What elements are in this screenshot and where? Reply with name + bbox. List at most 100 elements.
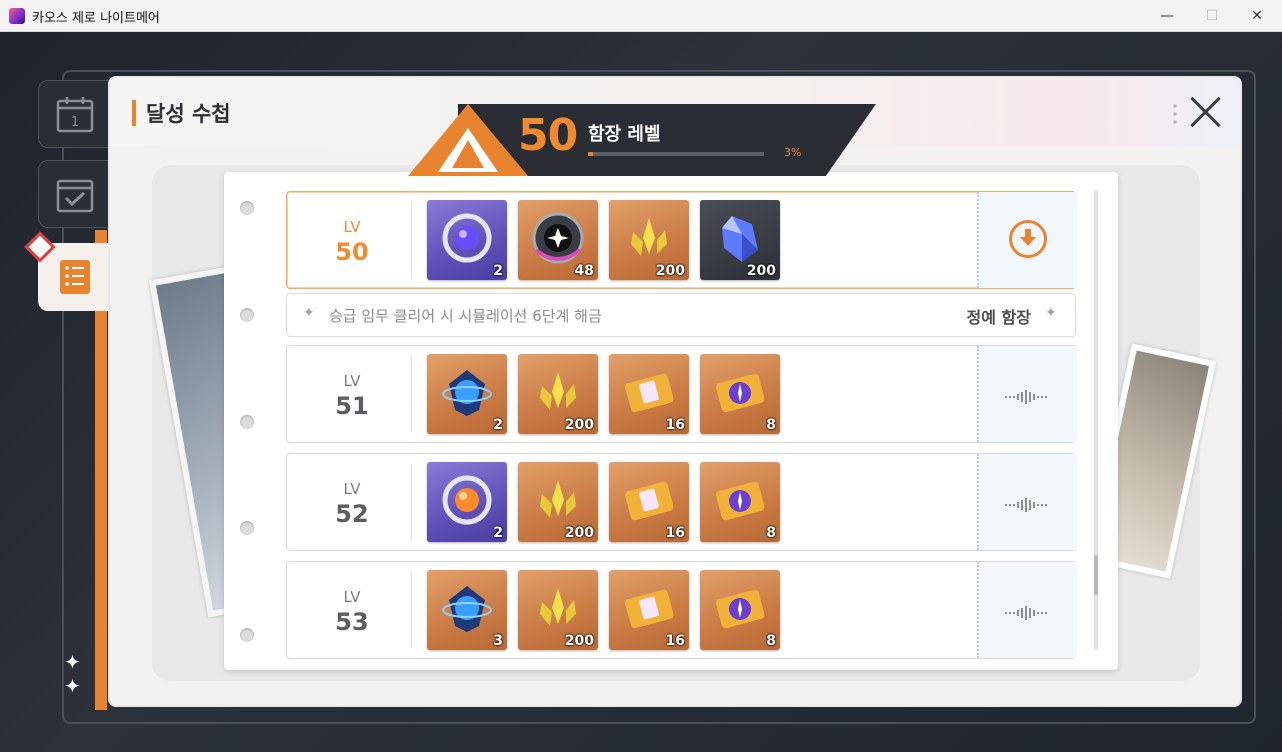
reward-row-lv50: LV 50 2 48 200 200 — [286, 191, 1077, 289]
blue-crystal-icon — [722, 216, 758, 262]
item-count: 2 — [493, 263, 503, 279]
xp-progress-percent: 3% — [784, 146, 802, 159]
blue-orb-shield-icon — [442, 370, 492, 416]
silver-ring-orb-icon — [442, 213, 492, 263]
xp-progress-bar — [588, 152, 764, 156]
gold-leaf-crystal-icon — [540, 372, 576, 410]
row-level-number: 52 — [335, 500, 369, 528]
item-count: 16 — [665, 417, 685, 433]
reward-item[interactable]: 2 — [427, 200, 507, 280]
row-lv-label: LV — [343, 588, 361, 606]
reward-item[interactable]: 8 — [700, 354, 780, 434]
item-count: 3 — [493, 633, 503, 649]
reward-item[interactable]: 8 — [700, 570, 780, 650]
claim-reward-button[interactable] — [1009, 220, 1047, 258]
reward-item[interactable]: 2 — [427, 354, 507, 434]
binder-ring — [240, 521, 254, 535]
item-count: 200 — [564, 525, 594, 541]
item-count: 8 — [766, 633, 776, 649]
reward-item[interactable]: 8 — [700, 462, 780, 542]
row-divider — [411, 464, 412, 540]
unlock-info-text: 승급 임무 클리어 시 시뮬레이션 6단계 해금 — [329, 307, 602, 325]
reward-item[interactable]: 200 — [609, 200, 689, 280]
binder-ring — [240, 308, 254, 322]
close-window-button[interactable]: ✕ — [1246, 6, 1268, 26]
item-count: 200 — [746, 263, 776, 279]
reward-row-lv51: LV 51 2 200 16 8 — [286, 345, 1077, 443]
row-level-number: 50 — [335, 238, 369, 266]
captain-level-label: 함장 레벨 — [588, 124, 661, 145]
window-titlebar: 카오스 제로 나이트메어 — ☐ ✕ — [0, 0, 1282, 32]
title-accent-bar — [132, 100, 136, 126]
tab-calendar[interactable]: 1 — [38, 80, 120, 148]
window-title: 카오스 제로 나이트메어 — [32, 11, 160, 26]
page-title: 달성 수첩 — [146, 102, 231, 126]
item-count: 200 — [564, 633, 594, 649]
row-action-panel — [977, 562, 1077, 658]
item-count: 16 — [665, 633, 685, 649]
reward-item[interactable]: 2 — [427, 462, 507, 542]
row-action-panel — [977, 192, 1077, 288]
item-count: 2 — [493, 417, 503, 433]
row-action-panel — [977, 454, 1077, 550]
dark-star-gear-icon — [532, 212, 584, 264]
rank-title-label: 정예 함장 — [966, 308, 1031, 327]
row-lv-label: LV — [343, 372, 361, 390]
row-lv-label: LV — [343, 480, 361, 498]
row-level-number: 51 — [335, 392, 369, 420]
checklist-icon — [56, 179, 94, 213]
item-count: 8 — [766, 525, 776, 541]
reward-item[interactable]: 200 — [700, 200, 780, 280]
binder-ring — [240, 201, 254, 215]
captain-level-value: 50 — [518, 110, 578, 161]
row-divider — [411, 202, 412, 278]
binder-ring — [240, 628, 254, 642]
reward-item[interactable]: 16 — [609, 354, 689, 434]
row-lv-label: LV — [343, 218, 361, 236]
reward-item[interactable]: 48 — [518, 200, 598, 280]
calendar-icon: 1 — [56, 97, 94, 133]
item-count: 200 — [564, 417, 594, 433]
notebook-icon — [60, 260, 90, 294]
more-dots-icon — [1173, 102, 1177, 126]
calendar-day-label: 1 — [71, 115, 79, 130]
reward-item[interactable]: 3 — [427, 570, 507, 650]
item-count: 16 — [665, 525, 685, 541]
unlock-info-row: ✦ 승급 임무 클리어 시 시뮬레이션 6단계 해금 정예 함장 ✦ — [286, 293, 1076, 337]
gold-compass-ticket-icon — [716, 373, 765, 413]
sparkle-icon: ✦ — [1045, 305, 1057, 321]
orange-ring-orb-icon — [442, 475, 492, 525]
gold-leaf-crystal-icon — [631, 218, 667, 256]
item-count: 8 — [766, 417, 776, 433]
item-count: 2 — [493, 525, 503, 541]
item-count: 48 — [574, 263, 594, 279]
row-divider — [411, 356, 412, 432]
minimize-button[interactable]: — — [1156, 6, 1178, 26]
blue-orb-shield-icon — [442, 586, 492, 632]
gold-compass-ticket-icon — [716, 589, 765, 629]
locked-wave-icon — [1005, 602, 1055, 620]
maximize-button[interactable]: ☐ — [1201, 6, 1223, 26]
gold-ticket-icon — [625, 589, 674, 629]
xp-progress-fill — [588, 152, 594, 156]
level-banner: 50 함장 레벨 3% — [408, 104, 878, 176]
scrollbar-thumb[interactable] — [1094, 555, 1098, 595]
reward-row-lv53: LV 53 3 200 16 8 — [286, 561, 1077, 659]
reward-item[interactable]: 16 — [609, 462, 689, 542]
gold-leaf-crystal-icon — [540, 480, 576, 518]
row-level-number: 53 — [335, 608, 369, 636]
locked-wave-icon — [1005, 386, 1055, 404]
sparkle-icon: ✦ — [303, 305, 315, 321]
locked-wave-icon — [1005, 494, 1055, 512]
close-button[interactable] — [1188, 94, 1222, 128]
reward-item[interactable]: 200 — [518, 462, 598, 542]
reward-row-lv52: LV 52 2 200 16 8 — [286, 453, 1077, 551]
reward-item[interactable]: 200 — [518, 570, 598, 650]
gold-ticket-icon — [625, 373, 674, 413]
row-action-panel — [977, 346, 1077, 442]
reward-item[interactable]: 16 — [609, 570, 689, 650]
item-count: 200 — [655, 263, 685, 279]
tab-checklist[interactable] — [38, 160, 120, 228]
reward-item[interactable]: 200 — [518, 354, 598, 434]
tab-notebook[interactable] — [38, 243, 120, 311]
